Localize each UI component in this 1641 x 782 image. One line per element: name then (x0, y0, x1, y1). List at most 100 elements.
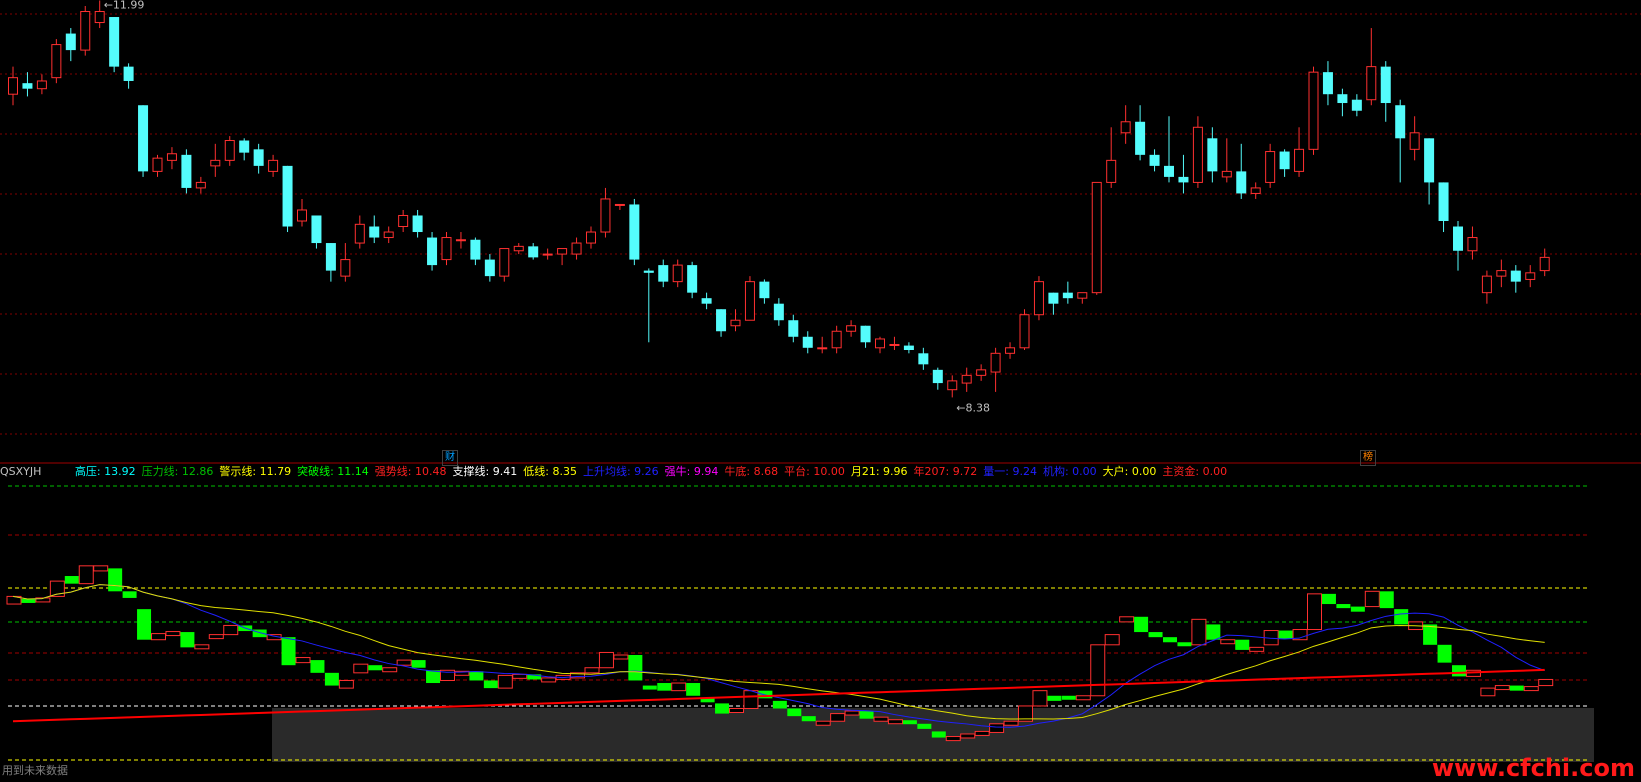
candle-body-up (51, 44, 62, 79)
candle-body-down (1149, 154, 1160, 166)
indicator-value: 0.00 (1068, 465, 1097, 478)
candle-body-up (210, 159, 221, 167)
candle-body-up (1539, 256, 1550, 272)
candle-body-down (1380, 66, 1391, 104)
candle-body-up (94, 11, 105, 24)
candle-body-down (1510, 270, 1521, 282)
candle-body-up (1091, 181, 1102, 294)
candle-body-up (875, 338, 885, 349)
lower-block-down (628, 655, 643, 681)
candle-body-down (687, 265, 698, 293)
indicator-label: 强牛: (664, 465, 691, 478)
indicator-label: 年207: (913, 465, 950, 478)
lower-block-down (1321, 593, 1336, 605)
lower-block-up (194, 644, 210, 650)
candle-body-down (1236, 171, 1247, 194)
lower-block-down (1379, 591, 1394, 609)
lower-block-down (772, 700, 787, 709)
candle-body-down (701, 298, 712, 304)
candle-body-down (932, 369, 943, 384)
lower-block-up (1364, 590, 1380, 608)
lower-block-up (497, 674, 513, 689)
lower-block-up (1480, 687, 1496, 697)
lower-block-down (411, 660, 426, 668)
candle-body-down (1135, 121, 1146, 155)
lower-block-up (1220, 639, 1236, 645)
candle-body-down (181, 154, 192, 188)
candle-body-down (629, 204, 640, 260)
lower-block-up (960, 733, 976, 739)
indicator-item: 低线: 8.35 (523, 465, 577, 478)
lower-block-up (165, 631, 181, 637)
lower-block-down (1336, 604, 1351, 609)
lower-block-up (671, 682, 687, 692)
lower-block-down (859, 711, 874, 719)
candle-body-down (918, 353, 929, 365)
lower-block-up (382, 667, 398, 673)
candle-body-up (990, 352, 1001, 373)
lower-block-down (642, 685, 657, 690)
lower-block-up (613, 654, 629, 660)
candle-body-up (441, 237, 452, 261)
candle-body-down (716, 309, 727, 332)
lower-block-up (396, 659, 412, 666)
candle-body-up (976, 369, 987, 376)
candle-body-down (903, 345, 914, 350)
lower-block-up (223, 624, 239, 636)
indicator-item: 强牛: 9.94 (665, 465, 719, 478)
candle-body-up (1077, 292, 1088, 299)
stock-chart[interactable]: ←11.99 ←8.38 (0, 0, 1641, 778)
indicator-value: 0.00 (1199, 465, 1228, 478)
candle-body-down (1178, 176, 1189, 183)
candle-body-up (80, 11, 91, 51)
candle-body-down (1337, 94, 1348, 104)
lower-block-up (1249, 646, 1265, 652)
candle-body-down (759, 281, 770, 299)
indicator-item: 高压: 13.92 (75, 465, 136, 478)
candle-body-down (528, 246, 539, 258)
candle-body-up (1409, 132, 1420, 150)
lower-block-down (1350, 606, 1365, 612)
indicator-value: 11.79 (256, 465, 292, 478)
candle-body-up (542, 253, 553, 256)
candle-body-up (1481, 275, 1492, 294)
indicator-value: 8.35 (548, 465, 577, 478)
candle-body-up (1467, 237, 1478, 252)
lower-block-up (1119, 616, 1135, 623)
candle-body-down (65, 33, 76, 51)
candle-body-down (860, 325, 871, 343)
indicator-item: 强势线: 10.48 (375, 465, 447, 478)
indicator-item: 平台: 10.00 (784, 465, 845, 478)
indicator-value: 13.92 (100, 465, 136, 478)
candle-body-up (354, 223, 365, 244)
lower-block-down (686, 683, 701, 696)
candle-body-up (1033, 281, 1044, 316)
candle-body-down (1279, 151, 1290, 170)
lower-block-down (483, 680, 498, 689)
indicator-item: 大户: 0.00 (1103, 465, 1157, 478)
lower-block-down (21, 598, 36, 603)
high-price-label: ←11.99 (104, 0, 145, 11)
lower-block-down (1278, 630, 1293, 639)
candle-body-down (1207, 138, 1218, 172)
lower-block-up (541, 677, 557, 683)
lower-block-down (469, 671, 484, 681)
candle-body-down (253, 149, 264, 166)
candle-body-up (340, 259, 351, 277)
lower-block-down (1134, 616, 1149, 633)
candle-body-up (947, 380, 958, 391)
candle-body-up (1294, 148, 1305, 172)
candle-body-up (817, 347, 828, 350)
candle-body-down (658, 265, 669, 282)
lower-block-down (801, 716, 816, 722)
lower-block-up (1090, 644, 1106, 697)
indicator-value: 8.68 (750, 465, 779, 478)
candle-body-up (1250, 187, 1261, 194)
candle-body-up (1120, 121, 1131, 134)
marker-bang[interactable]: 榜 (1360, 450, 1376, 466)
lower-block-up (295, 657, 311, 664)
indicator-label: 警示线: (219, 465, 257, 478)
marker-cai[interactable]: 财 (442, 450, 458, 466)
lower-block-down (310, 660, 325, 673)
candle-body-up (889, 343, 900, 346)
